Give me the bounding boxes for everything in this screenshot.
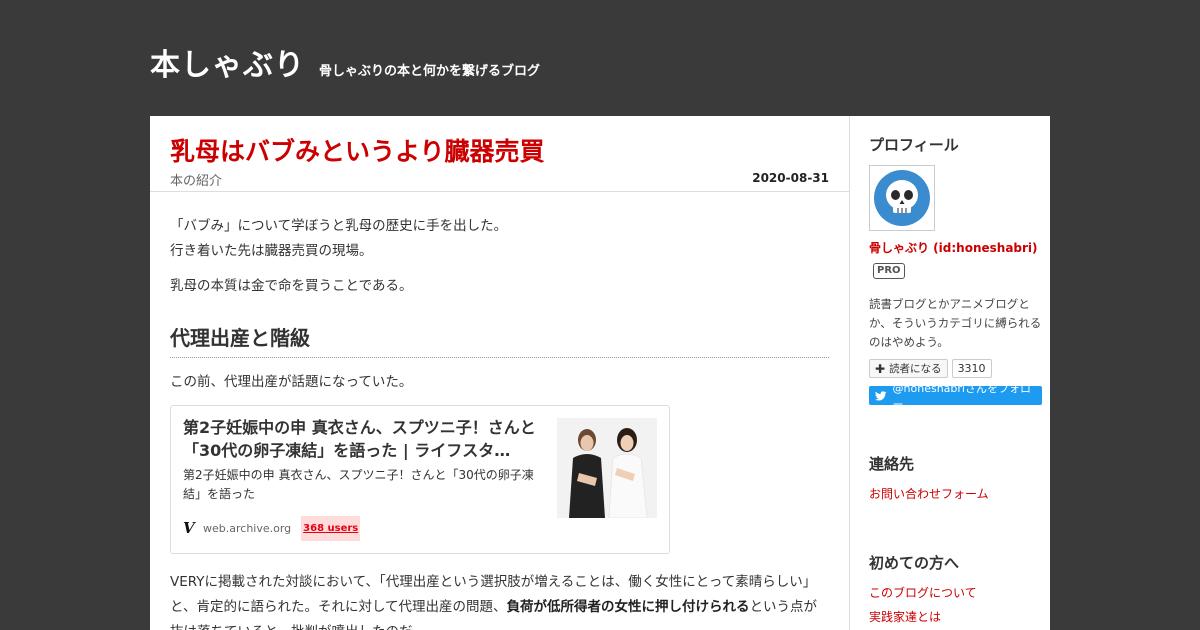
- contact-title: 連絡先: [869, 455, 915, 473]
- blog-description: 骨しゃぶりの本と何かを繋げるブログ: [319, 64, 541, 79]
- first-visit-module: 初めての方へ このブログについて 実践家達とは: [869, 552, 1042, 627]
- contact-form-link[interactable]: お問い合わせフォーム: [869, 484, 1042, 504]
- section-heading: 代理出産と階級: [170, 323, 829, 358]
- entry-header: 乳母はバブみというより臓器売買 本の紹介 2020-08-31: [150, 116, 849, 192]
- link-card-thumbnail[interactable]: [557, 418, 657, 518]
- profile-module: プロフィール 骨しゃぶり (id:honeshabri) PRO 読書ブログとか…: [869, 134, 1042, 411]
- profile-description: 読書ブログとかアニメブログとか、そういうカテゴリに縛られるのはやめよう。: [869, 297, 1042, 349]
- contact-module: 連絡先 お問い合わせフォーム: [869, 453, 1042, 504]
- sidebar: プロフィール 骨しゃぶり (id:honeshabri) PRO 読書ブログとか…: [850, 116, 1050, 630]
- profile-id-link[interactable]: 骨しゃぶり (id:honeshabri): [869, 239, 1042, 256]
- site-favicon-icon: V: [183, 519, 195, 537]
- profile-title: プロフィール: [869, 136, 959, 154]
- twitter-bird-icon: [875, 390, 887, 401]
- skull-avatar-icon: [874, 170, 930, 226]
- twitter-follow-button[interactable]: @honeshabriさんをフォロー: [869, 382, 1042, 411]
- link-card-footer: V web.archive.org 368 users: [183, 516, 361, 541]
- entry-content: 「バブみ」について学ぼうと乳母の歴史に手を出した。 行き着いた先は臓器売買の現場…: [150, 192, 849, 630]
- intro-paragraph: 「バブみ」について学ぼうと乳母の歴史に手を出した。 行き着いた先は臓器売買の現場…: [170, 214, 829, 264]
- pro-badge[interactable]: PRO: [873, 263, 905, 279]
- intro-line-1: 「バブみ」について学ぼうと乳母の歴史に手を出した。: [170, 218, 508, 234]
- main-column: 乳母はバブみというより臓器売買 本の紹介 2020-08-31 「バブみ」につい…: [150, 116, 850, 630]
- blog-header: 本しゃぶり 骨しゃぶりの本と何かを繋げるブログ: [150, 40, 540, 84]
- subscriber-count[interactable]: 3310: [951, 359, 992, 378]
- link-card-description: 第2子妊娠中の申 真衣さん、スプツニ子！さんと「30代の卵子凍結」を語った: [183, 468, 534, 501]
- intro-line-2: 行き着いた先は臓器売買の現場。: [170, 243, 373, 259]
- practitioners-link[interactable]: 実践家達とは: [869, 607, 1042, 627]
- link-card[interactable]: 第2子妊娠中の申 真衣さん、スプツニ子！さんと「30代の卵子凍結」を語った | …: [170, 405, 670, 554]
- link-card-domain[interactable]: web.archive.org: [203, 516, 291, 541]
- entry-date[interactable]: 2020-08-31: [752, 171, 829, 185]
- subscribe-row: ✚ 読者になる 3310: [869, 359, 1042, 378]
- content-container: 乳母はバブみというより臓器売買 本の紹介 2020-08-31 「バブみ」につい…: [150, 116, 1050, 630]
- paragraph-before-card: この前、代理出産が話題になっていた。: [170, 374, 413, 390]
- emphasis-text: 負荷が低所得者の女性に押し付けられる: [506, 599, 750, 615]
- plus-icon: ✚: [875, 361, 886, 376]
- entry-category[interactable]: 本の紹介: [170, 170, 222, 189]
- bookmark-users-badge[interactable]: 368 users: [301, 516, 361, 541]
- about-blog-link[interactable]: このブログについて: [869, 583, 1042, 603]
- subscribe-label: 読者になる: [889, 363, 942, 375]
- first-visit-title: 初めての方へ: [869, 554, 960, 572]
- blog-title[interactable]: 本しゃぶり: [150, 40, 305, 84]
- subscribe-button[interactable]: ✚ 読者になる: [869, 359, 948, 378]
- intro-paragraph-2: 乳母の本質は金で命を買うことである。: [170, 278, 413, 294]
- link-card-title[interactable]: 第2子妊娠中の申 真衣さん、スプツニ子！さんと「30代の卵子凍結」を語った | …: [183, 416, 543, 462]
- paragraph-after-card: VERYに掲載された対談において、「代理出産という選択肢が増えることは、働く女性…: [170, 570, 829, 630]
- entry-title[interactable]: 乳母はバブみというより臓器売買: [170, 136, 829, 168]
- twitter-follow-label: @honeshabriさんをフォロー: [892, 381, 1031, 411]
- avatar[interactable]: [869, 165, 935, 231]
